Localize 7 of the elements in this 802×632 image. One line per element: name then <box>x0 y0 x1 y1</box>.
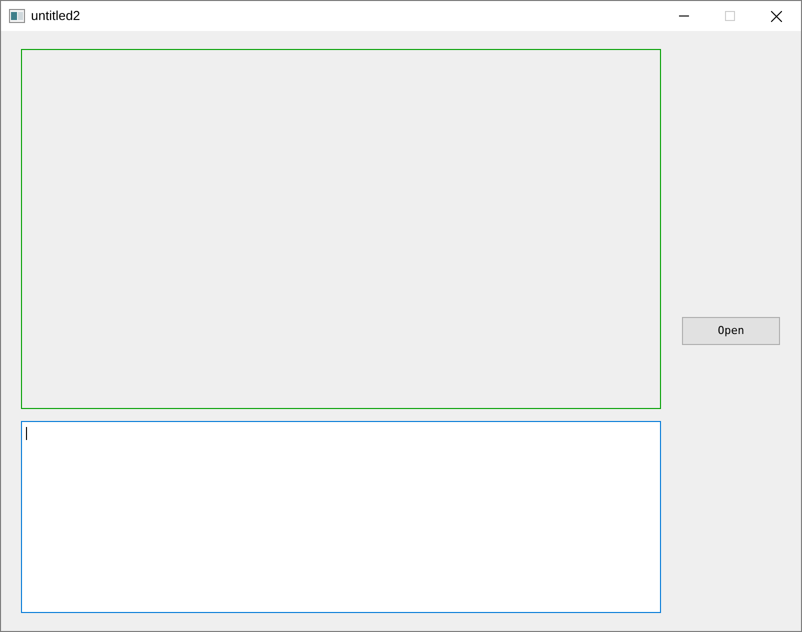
text-area[interactable] <box>21 421 661 613</box>
maximize-icon <box>725 11 735 21</box>
text-cursor <box>26 427 27 440</box>
window-title: untitled2 <box>31 7 80 26</box>
open-button[interactable]: Open <box>682 317 780 345</box>
close-icon <box>770 10 782 22</box>
app-icon <box>9 9 25 23</box>
